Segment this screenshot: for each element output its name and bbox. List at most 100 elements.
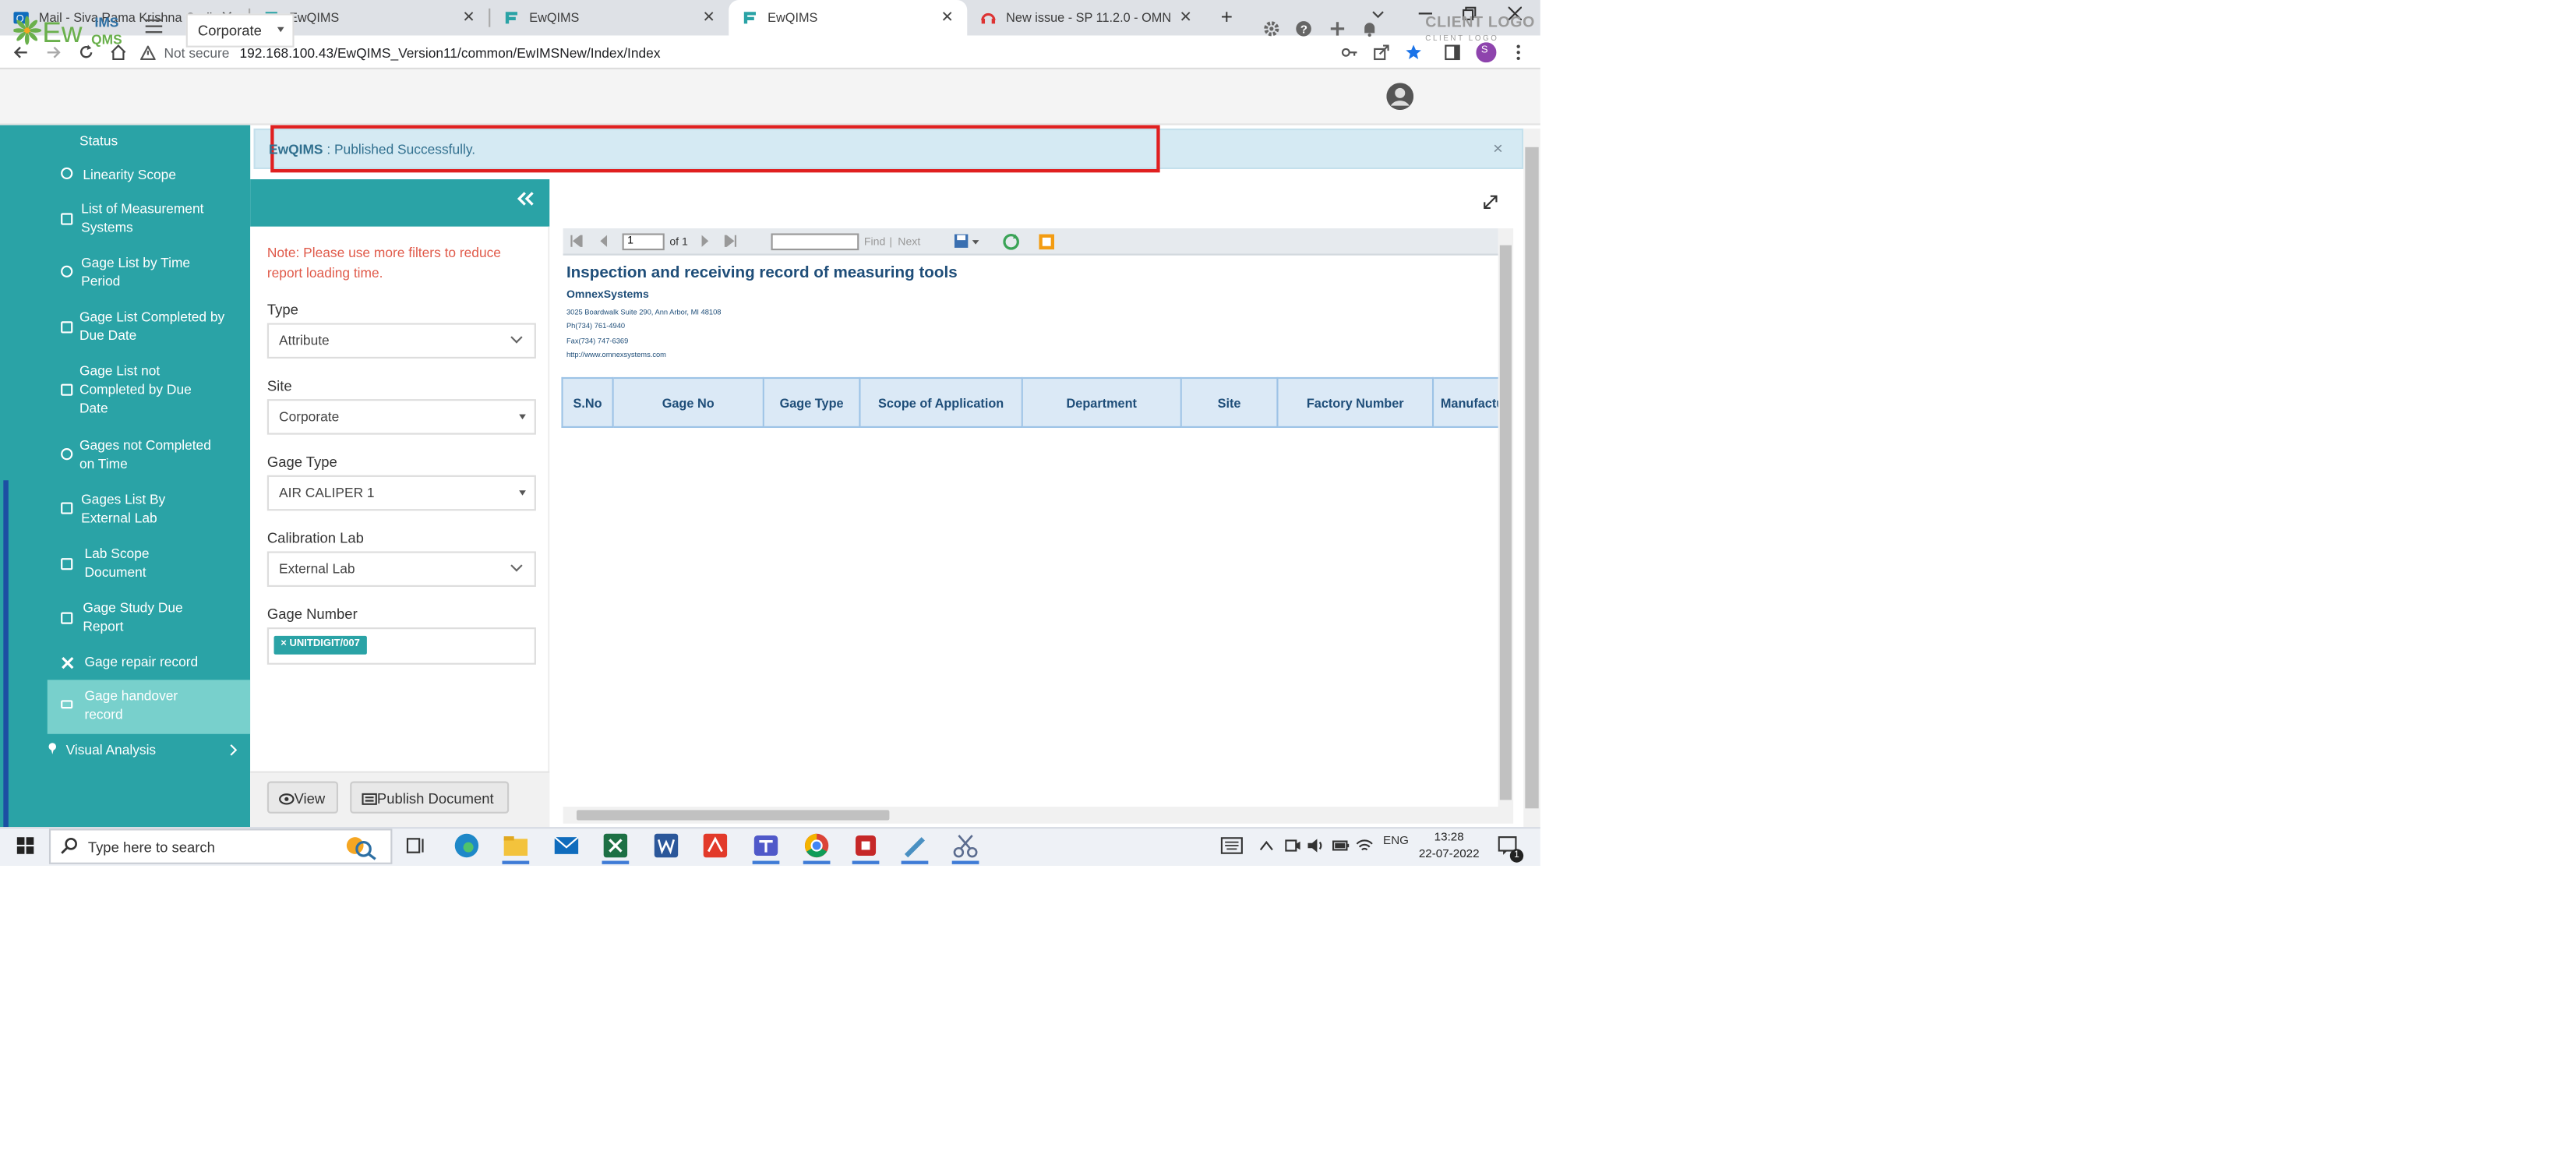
acrobat-icon[interactable] (702, 832, 729, 860)
page-number-input[interactable]: 1 (622, 233, 665, 251)
key-icon[interactable] (1337, 41, 1360, 64)
task-view-icon[interactable] (402, 832, 429, 860)
type-select[interactable]: Attribute (266, 323, 536, 359)
headset-icon (981, 10, 997, 26)
report-phone: Ph(734) 761-4940 (566, 321, 626, 330)
bookmark-star-icon[interactable] (1402, 41, 1425, 64)
ewqims-favicon-icon (743, 10, 758, 26)
column-header: Gage No (612, 376, 764, 429)
refresh-icon[interactable] (1003, 233, 1020, 250)
sidebar-item-list-of-measurement-systems[interactable]: List of Measurement Systems (81, 200, 243, 237)
expand-icon[interactable] (1483, 195, 1498, 210)
edge-browser-icon[interactable] (453, 832, 481, 860)
snipping-tool-icon[interactable] (952, 832, 979, 860)
calendar-icon (61, 321, 73, 334)
tab-ewqims-2[interactable]: EwQIMS ✕ (490, 0, 729, 36)
sidebar-item-visual-analysis[interactable]: Visual Analysis (66, 740, 218, 759)
sidebar-item-gage-handover-record[interactable]: Gage handover record (85, 687, 221, 724)
find-link[interactable]: Find (864, 237, 885, 249)
print-icon[interactable] (1038, 233, 1055, 250)
close-icon[interactable]: ✕ (941, 9, 954, 27)
first-page-icon[interactable] (570, 235, 583, 247)
svg-text:Ew: Ew (42, 16, 83, 48)
bell-icon[interactable] (1361, 20, 1378, 37)
calibration-lab-label: Calibration Lab (266, 529, 364, 546)
add-icon[interactable] (1329, 20, 1346, 37)
url-text[interactable]: 192.168.100.43/EwQIMS_Version11/common/E… (239, 45, 660, 61)
word-icon[interactable] (653, 832, 680, 860)
new-tab-button[interactable]: + (1221, 5, 1233, 29)
app-tool-icon[interactable] (902, 832, 929, 860)
volume-icon[interactable] (1307, 837, 1324, 854)
search-icon (61, 837, 78, 854)
active-app-indicator (752, 860, 780, 864)
page-vertical-scroll-thumb[interactable] (1525, 147, 1539, 809)
view-button[interactable]: View (266, 781, 338, 814)
excel-icon[interactable] (602, 832, 630, 860)
file-explorer-icon[interactable] (502, 832, 529, 860)
site-select[interactable]: Corporate (266, 399, 536, 435)
sidebar-item-gage-repair-record[interactable]: Gage repair record (85, 653, 237, 672)
tab-ewqims-active[interactable]: EwQIMS ✕ (729, 0, 968, 36)
active-app-indicator (502, 860, 530, 864)
prev-page-icon[interactable] (598, 235, 609, 247)
filter-panel-header (250, 179, 550, 227)
taskbar-clock[interactable]: 13:28 22-07-2022 (1413, 830, 1484, 864)
report-fax: Fax(734) 747-6369 (566, 336, 629, 345)
sidebar-item-gage-list-not-completed[interactable]: Gage List not Completed by Due Date (79, 362, 218, 418)
share-icon[interactable] (1370, 41, 1393, 64)
taskbar-date: 22-07-2022 (1418, 849, 1480, 861)
omnibox[interactable]: Not secure 192.168.100.43/EwQIMS_Version… (140, 39, 1353, 66)
publish-document-button[interactable]: Publish Document (350, 781, 510, 814)
report-table: S.No Gage No Gage Type Scope of Applicat… (561, 376, 1501, 429)
windows-start-icon[interactable] (16, 837, 34, 854)
tab-new-issue[interactable]: New issue - SP 11.2.0 - OMNEX ENG ✕ (967, 0, 1205, 36)
hamburger-menu-icon[interactable] (145, 19, 163, 36)
calibration-lab-select[interactable]: External Lab (266, 551, 536, 587)
sidebar-item-status[interactable]: Status (79, 132, 269, 150)
svg-text:IMS: IMS (95, 15, 119, 30)
wifi-icon[interactable] (1356, 837, 1373, 853)
warning-icon[interactable] (140, 44, 156, 61)
sidebar-item-linearity-scope[interactable]: Linearity Scope (83, 166, 272, 185)
battery-icon[interactable] (1332, 840, 1350, 851)
gage-number-tag[interactable]: × UNITDIGIT/007 (273, 635, 367, 655)
find-input[interactable] (771, 233, 859, 251)
mail-app-icon[interactable] (553, 832, 580, 860)
tray-chevron-up-icon[interactable] (1259, 840, 1273, 851)
close-icon[interactable]: ✕ (1179, 9, 1191, 27)
last-page-icon[interactable] (724, 235, 737, 247)
next-link[interactable]: Next (898, 237, 920, 249)
collapse-panel-icon[interactable] (517, 191, 535, 207)
type-label: Type (266, 301, 298, 318)
settings-gear-icon[interactable] (1263, 20, 1280, 37)
close-icon[interactable]: ✕ (462, 9, 475, 27)
alert-close-icon[interactable]: × (1493, 140, 1503, 159)
caret-down-icon (519, 490, 526, 496)
keyboard-icon[interactable] (1220, 837, 1243, 854)
sidebar-item-gage-list-completed[interactable]: Gage List Completed by Due Date (79, 308, 235, 345)
svg-text:?: ? (1300, 23, 1307, 36)
sidebar-item-gages-list-by-external-lab[interactable]: Gages List By External Lab (81, 490, 210, 528)
filter-note: Note: Please use more filters to reduce … (266, 245, 501, 281)
site-selector[interactable]: Corporate (185, 13, 295, 48)
export-icon[interactable] (954, 233, 981, 249)
chrome-icon[interactable] (803, 832, 831, 860)
gage-type-select[interactable]: AIR CALIPER 1 (266, 475, 536, 511)
sidebar-item-gage-list-by-time-period[interactable]: Gage List by Time Period (81, 254, 227, 291)
language-indicator[interactable]: ENG (1383, 835, 1409, 847)
clock-icon (61, 265, 73, 277)
sidebar-item-lab-scope-document[interactable]: Lab Scope Document (85, 545, 196, 582)
security-app-icon[interactable] (852, 832, 880, 860)
report-vertical-scroll-thumb[interactable] (1499, 245, 1512, 800)
meet-now-icon[interactable] (1285, 837, 1300, 854)
user-avatar[interactable] (1386, 83, 1414, 111)
help-icon[interactable]: ? (1295, 20, 1312, 37)
report-horizontal-scroll-thumb[interactable] (576, 810, 890, 821)
next-page-icon[interactable] (700, 235, 710, 247)
sidebar-item-gages-not-completed-on-time[interactable]: Gages not Completed on Time (79, 436, 228, 474)
teams-icon[interactable] (753, 832, 780, 860)
sidebar-item-gage-study-due-report[interactable]: Gage Study Due Report (83, 599, 218, 636)
close-icon[interactable]: ✕ (703, 9, 715, 27)
briefcase-icon (61, 502, 73, 514)
